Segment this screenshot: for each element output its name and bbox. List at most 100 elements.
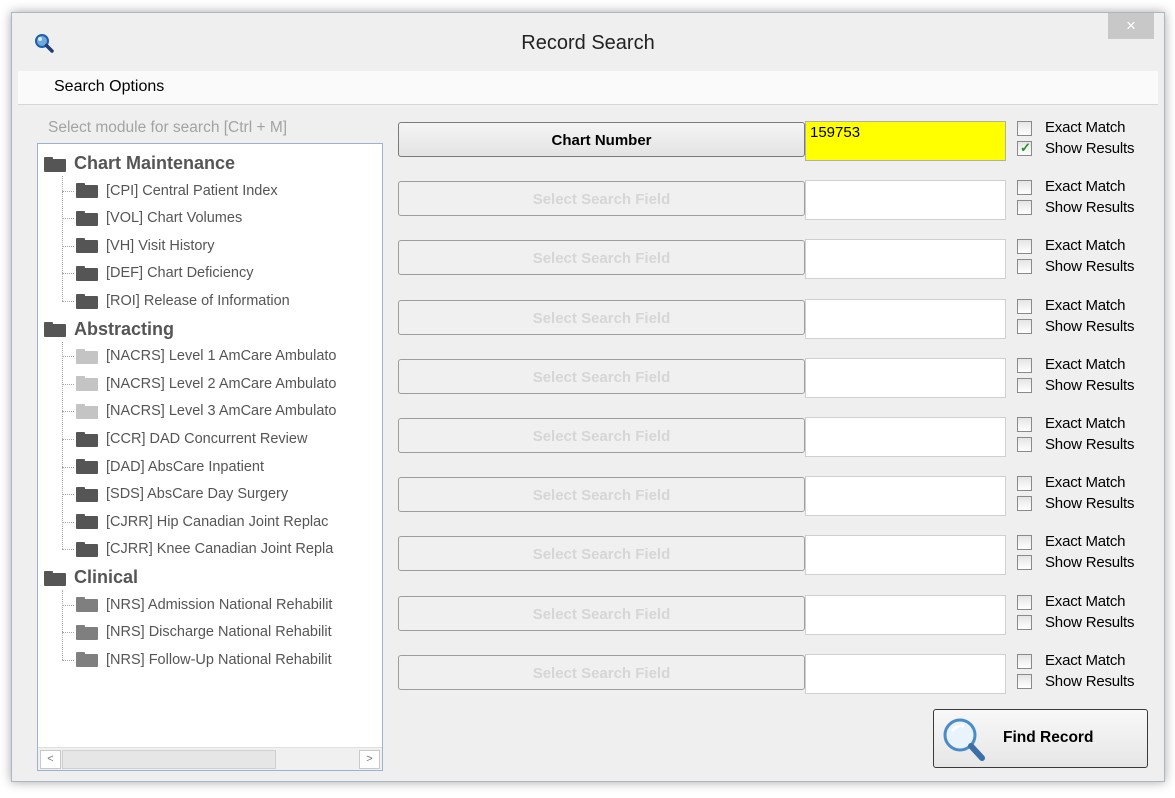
exact-match-checkbox[interactable] [1017, 121, 1032, 136]
select-search-field-button[interactable]: Select Search Field [398, 240, 805, 276]
horizontal-scrollbar[interactable]: < > [38, 747, 382, 770]
select-search-field-button[interactable]: Select Search Field [398, 595, 805, 631]
folder-icon [44, 570, 66, 586]
exact-match-checkbox[interactable] [1017, 594, 1032, 610]
tree-connector [62, 549, 74, 551]
tree-item[interactable]: [NRS] Discharge National Rehabilit [76, 619, 332, 645]
tree-connector [62, 494, 74, 496]
tree-item-label: [NACRS] Level 1 AmCare Ambulato [106, 348, 337, 365]
scroll-left-arrow-icon[interactable]: < [40, 750, 61, 769]
search-value-input[interactable] [805, 357, 1006, 398]
tree-group-label: Chart Maintenance [74, 153, 236, 173]
show-results-checkbox[interactable] [1017, 377, 1032, 393]
tree-item[interactable]: [NACRS] Level 2 AmCare Ambulato [76, 371, 337, 397]
search-value-input[interactable] [805, 653, 1006, 694]
tree-item-label: [NRS] Discharge National Rehabilit [106, 624, 332, 641]
tree-item[interactable]: [VOL] Chart Volumes [76, 205, 242, 231]
show-results-checkbox[interactable] [1017, 200, 1032, 216]
checkmark-icon: ✓ [1020, 140, 1031, 155]
tree-item[interactable]: [ROI] Release of Information [76, 288, 290, 314]
search-value-input[interactable] [805, 417, 1006, 457]
module-tree[interactable]: Chart Maintenance [CPI] Central Patient I… [37, 143, 383, 771]
select-search-field-button[interactable]: Select Search Field [398, 654, 805, 690]
exact-match-checkbox[interactable] [1017, 417, 1032, 432]
tree-item[interactable]: [DEF] Chart Deficiency [76, 260, 253, 286]
tree-item[interactable]: [VH] Visit History [76, 233, 215, 259]
module-select-label: Select module for search [Ctrl + M] [48, 119, 288, 136]
folder-icon [76, 486, 98, 502]
tree-item[interactable]: [NACRS] Level 3 AmCare Ambulato [76, 398, 337, 424]
tree-item[interactable]: [DAD] AbsCare Inpatient [76, 454, 264, 480]
tree-item-label: [VOL] Chart Volumes [106, 210, 243, 227]
search-value-input[interactable] [805, 476, 1006, 517]
exact-match-checkbox[interactable] [1017, 239, 1032, 255]
exact-match-label: Exact Match [1045, 296, 1126, 314]
find-record-button[interactable]: Find Record [933, 709, 1148, 768]
tree-item[interactable]: [NACRS] Level 1 AmCare Ambulato [76, 343, 337, 369]
show-results-checkbox[interactable] [1017, 496, 1032, 512]
tree-group-chart-maintenance[interactable]: Chart Maintenance [44, 150, 235, 176]
folder-icon [76, 376, 98, 392]
tree-connector [62, 632, 74, 634]
tree-item[interactable]: [NRS] Admission National Rehabilit [76, 592, 332, 618]
find-record-label: Find Record [1003, 729, 1094, 746]
folder-icon [76, 404, 98, 420]
tree-item-label: [CPI] Central Patient Index [106, 182, 278, 199]
search-value-input[interactable] [805, 180, 1006, 221]
select-search-field-button[interactable]: Select Search Field [398, 477, 805, 513]
tree-item-label: [DAD] AbsCare Inpatient [106, 458, 264, 475]
tree-connector [62, 273, 74, 275]
exact-match-checkbox[interactable] [1017, 476, 1032, 492]
search-value-input[interactable] [805, 298, 1006, 339]
show-results-checkbox[interactable] [1017, 673, 1032, 689]
tree-item[interactable]: [CPI] Central Patient Index [76, 178, 278, 204]
folder-icon [76, 542, 98, 558]
select-search-field-button[interactable]: Select Search Field [398, 536, 805, 572]
window-title: Record Search [521, 32, 655, 54]
show-results-checkbox[interactable] [1017, 318, 1032, 334]
show-results-checkbox[interactable] [1017, 259, 1032, 275]
exact-match-checkbox[interactable] [1017, 653, 1032, 669]
exact-match-label: Exact Match [1045, 474, 1126, 492]
folder-icon [76, 348, 98, 364]
magnifier-icon [943, 718, 985, 761]
show-results-label: Show Results [1045, 317, 1135, 335]
select-search-field-button[interactable]: Select Search Field [398, 358, 805, 394]
search-value-input[interactable] [805, 239, 1006, 280]
scroll-right-arrow-icon[interactable]: > [359, 750, 380, 769]
tree-item-label: [NRS] Follow-Up National Rehabilit [106, 651, 332, 668]
exact-match-checkbox[interactable] [1017, 298, 1032, 314]
select-search-field-button[interactable]: Select Search Field [398, 181, 805, 217]
tree-item[interactable]: [NRS] Follow-Up National Rehabilit [76, 647, 332, 673]
tree-connector [62, 383, 74, 385]
close-button[interactable]: × [1108, 13, 1154, 39]
select-search-field-button[interactable]: Select Search Field [398, 299, 805, 335]
show-results-label: Show Results [1045, 376, 1135, 394]
tree-group-abstracting[interactable]: Abstracting [44, 316, 174, 342]
show-results-checkbox[interactable]: ✓ [1017, 140, 1032, 156]
tree-item[interactable]: [CCR] DAD Concurrent Review [76, 426, 307, 452]
tree-connector [62, 411, 74, 413]
search-value-input[interactable]: 159753 [805, 121, 1006, 161]
tree-connector [62, 439, 74, 440]
search-value-input[interactable] [805, 535, 1006, 576]
show-results-checkbox[interactable] [1017, 437, 1032, 452]
select-search-field-button[interactable]: Select Search Field [398, 418, 805, 453]
show-results-checkbox[interactable] [1017, 614, 1032, 630]
exact-match-checkbox[interactable] [1017, 357, 1032, 373]
show-results-label: Show Results [1045, 436, 1135, 453]
folder-icon [76, 459, 98, 475]
scroll-thumb[interactable] [62, 750, 276, 769]
chart-number-field-button[interactable]: Chart Number [398, 122, 805, 157]
exact-match-checkbox[interactable] [1017, 535, 1032, 551]
tree-item[interactable]: [SDS] AbsCare Day Surgery [76, 481, 288, 507]
tree-item[interactable]: [CJRR] Knee Canadian Joint Repla [76, 536, 333, 562]
search-value-input[interactable] [805, 594, 1006, 635]
tree-group-clinical[interactable]: Clinical [44, 564, 138, 590]
show-results-checkbox[interactable] [1017, 555, 1032, 571]
record-search-window: Record Search × Search Options Select mo… [11, 12, 1165, 782]
folder-icon [76, 238, 98, 254]
menu-search-options[interactable]: Search Options [54, 78, 164, 96]
tree-item[interactable]: [CJRR] Hip Canadian Joint Replac [76, 509, 328, 535]
exact-match-checkbox[interactable] [1017, 180, 1032, 196]
